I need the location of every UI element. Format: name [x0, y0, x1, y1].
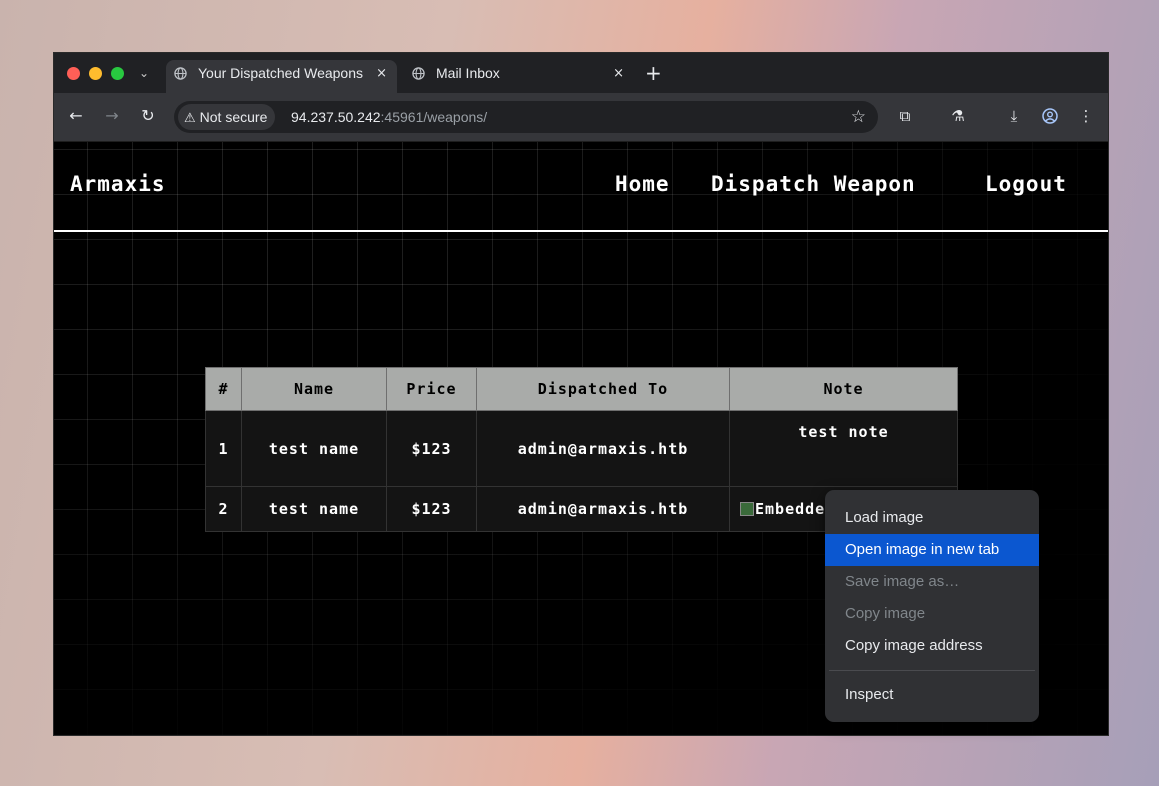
tab-search-icon[interactable]: ⌄ — [133, 63, 155, 83]
maximize-window-button[interactable] — [111, 67, 124, 80]
col-header-note: Note — [729, 367, 958, 411]
close-window-button[interactable] — [67, 67, 80, 80]
download-icon[interactable]: ⤓ — [1003, 105, 1025, 127]
back-icon[interactable]: ← — [66, 106, 86, 126]
broken-image-icon — [740, 502, 754, 517]
globe-icon — [412, 67, 425, 80]
menu-separator — [829, 670, 1035, 671]
security-chip[interactable]: ⚠ Not secure — [178, 104, 276, 130]
browser-toolbar: ← → ↻ ⚠ Not secure 94.237.50.242:45961/we… — [54, 93, 1108, 142]
tab-strip: ⌄ Your Dispatched Weapons × Mail Inbox ×… — [54, 53, 1108, 93]
minimize-window-button[interactable] — [89, 67, 102, 80]
embedded-image[interactable]: Embedded — [740, 500, 828, 518]
site-header: Armaxis Home Dispatch Weapon Logout — [54, 142, 1108, 232]
tab-mail-inbox[interactable]: Mail Inbox × — [404, 60, 634, 93]
labs-icon[interactable]: ⚗ — [947, 105, 969, 127]
nav-dispatch-weapon[interactable]: Dispatch Weapon — [711, 172, 916, 196]
menu-save-image-as[interactable]: Save image as… — [825, 566, 1039, 598]
cell-price: $123 — [386, 486, 477, 532]
url-host: 94.237.50.242 — [291, 109, 381, 125]
context-menu: Load image Open image in new tab Save im… — [825, 490, 1039, 722]
forward-icon[interactable]: → — [102, 106, 122, 126]
star-icon[interactable]: ☆ — [851, 101, 866, 133]
menu-inspect[interactable]: Inspect — [825, 679, 1039, 711]
new-tab-button[interactable]: + — [645, 61, 662, 85]
cell-number: 2 — [205, 486, 242, 532]
close-tab-icon[interactable]: × — [376, 60, 387, 87]
col-header-number: # — [205, 367, 242, 411]
cell-dispatched-to: admin@armaxis.htb — [476, 410, 730, 487]
embedded-image-alt: Embedded — [755, 500, 828, 519]
globe-icon — [174, 67, 187, 80]
table-header-row: # Name Price Dispatched To Note — [205, 367, 958, 411]
menu-icon[interactable]: ⋮ — [1075, 105, 1097, 127]
cell-name: test name — [241, 410, 387, 487]
cell-name: test name — [241, 486, 387, 532]
close-tab-icon[interactable]: × — [613, 60, 624, 87]
col-header-dispatched-to: Dispatched To — [476, 367, 730, 411]
profile-icon[interactable] — [1039, 105, 1061, 127]
nav-logout[interactable]: Logout — [985, 172, 1067, 196]
tab-weapons[interactable]: Your Dispatched Weapons × — [166, 60, 397, 93]
reload-icon[interactable]: ↻ — [138, 106, 158, 126]
cell-dispatched-to: admin@armaxis.htb — [476, 486, 730, 532]
extensions-icon[interactable]: ⧉ — [894, 105, 916, 127]
address-bar[interactable]: ⚠ Not secure 94.237.50.242:45961/weapons/… — [174, 101, 878, 133]
nav-home[interactable]: Home — [615, 172, 670, 196]
cell-number: 1 — [205, 410, 242, 487]
cell-note: test note — [729, 410, 958, 487]
tab-title: Your Dispatched Weapons — [198, 65, 363, 81]
col-header-price: Price — [386, 367, 477, 411]
menu-open-image-new-tab[interactable]: Open image in new tab — [825, 534, 1039, 566]
menu-load-image[interactable]: Load image — [825, 502, 1039, 534]
menu-copy-image-address[interactable]: Copy image address — [825, 630, 1039, 662]
url-path: :45961/weapons/ — [380, 109, 488, 125]
site-brand[interactable]: Armaxis — [70, 172, 166, 196]
warning-icon: ⚠ — [184, 111, 196, 126]
menu-copy-image[interactable]: Copy image — [825, 598, 1039, 630]
security-label: Not secure — [199, 109, 268, 125]
col-header-name: Name — [241, 367, 387, 411]
cell-price: $123 — [386, 410, 477, 487]
url-text[interactable]: 94.237.50.242:45961/weapons/ — [291, 101, 487, 133]
tab-title: Mail Inbox — [436, 65, 500, 81]
table-row: 1 test name $123 admin@armaxis.htb test … — [205, 410, 958, 487]
